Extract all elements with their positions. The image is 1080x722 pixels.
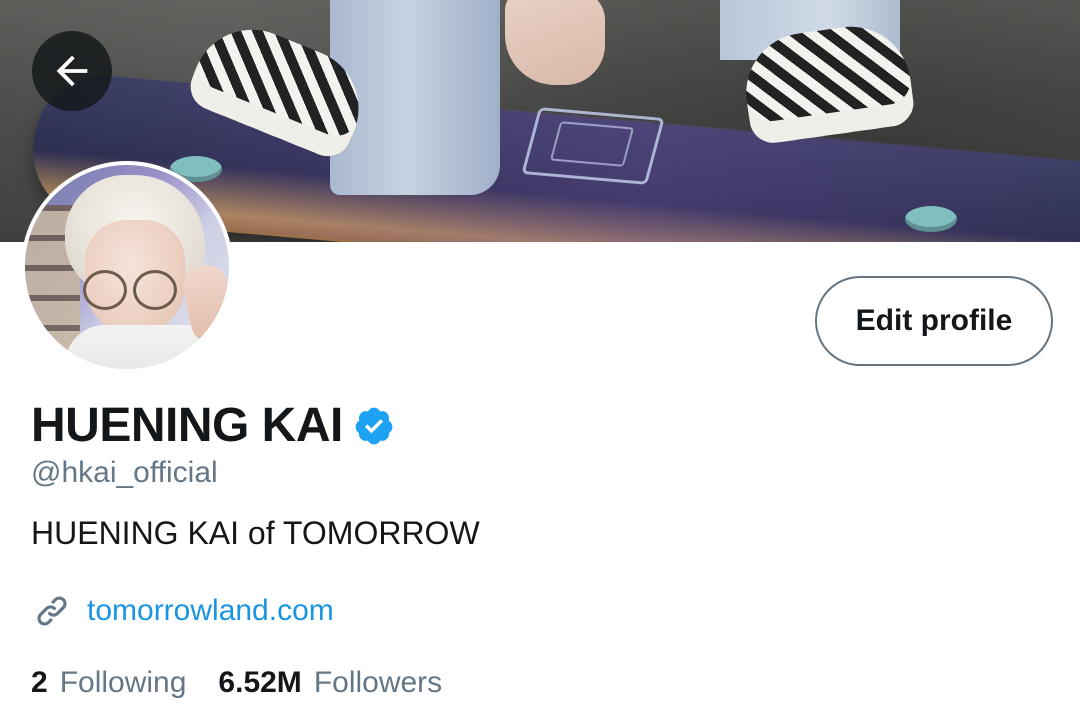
avatar-glasses-right bbox=[133, 270, 177, 310]
profile-website-row: tomorrowland.com bbox=[31, 590, 334, 632]
back-button[interactable] bbox=[32, 31, 112, 111]
link-icon bbox=[37, 596, 67, 626]
arrow-left-icon bbox=[56, 55, 88, 87]
following-label: Following bbox=[59, 666, 187, 699]
verified-badge-icon bbox=[355, 407, 393, 445]
profile-page: Edit profile HUENING KAI @hkai_official … bbox=[0, 0, 1080, 722]
followers-stat[interactable]: 6.52M Followers bbox=[218, 664, 442, 702]
avatar-glasses-left bbox=[83, 270, 127, 310]
website-link[interactable]: tomorrowland.com bbox=[87, 592, 334, 630]
following-stat[interactable]: 2 Following bbox=[31, 664, 186, 702]
profile-name-row: HUENING KAI bbox=[31, 398, 395, 454]
edit-profile-label: Edit profile bbox=[855, 304, 1013, 337]
followers-count: 6.52M bbox=[218, 666, 302, 699]
profile-handle: @hkai_official bbox=[31, 456, 218, 489]
skateboard-logo-inner bbox=[549, 121, 635, 167]
followers-label: Followers bbox=[313, 666, 443, 699]
edit-profile-button[interactable]: Edit profile bbox=[815, 276, 1053, 366]
following-count: 2 bbox=[31, 666, 48, 699]
skateboard-wheel-right bbox=[905, 206, 957, 232]
profile-stats: 2 Following 6.52M Followers bbox=[31, 664, 442, 702]
display-name: HUENING KAI bbox=[31, 399, 343, 452]
profile-bio: HUENING KAI of TOMORROW bbox=[31, 515, 480, 551]
avatar[interactable] bbox=[25, 165, 229, 369]
